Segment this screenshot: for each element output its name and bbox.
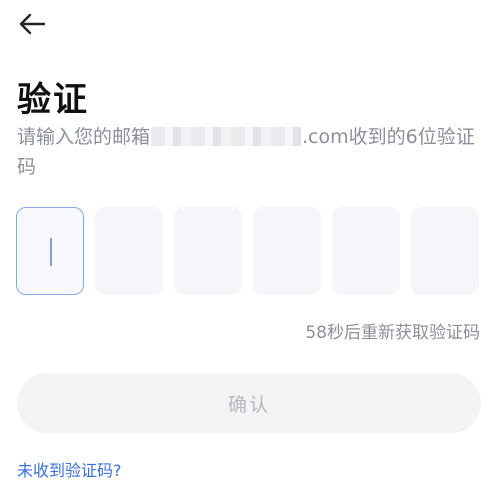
subtitle: 请输入您的邮箱 .com收到的6位验证码	[17, 122, 487, 182]
code-box-1[interactable]	[16, 207, 84, 295]
no-code-help-link[interactable]: 未收到验证码?	[17, 457, 122, 481]
code-box-3[interactable]	[174, 207, 242, 295]
code-box-6[interactable]	[411, 207, 479, 295]
code-box-5[interactable]	[332, 207, 400, 295]
code-box-2[interactable]	[95, 207, 163, 295]
subtitle-prefix: 请输入您的邮箱	[17, 126, 151, 148]
text-cursor	[50, 238, 52, 266]
email-suffix: .com	[302, 126, 349, 148]
code-input-group	[16, 207, 479, 295]
countdown-seconds: 58	[305, 323, 327, 343]
resend-countdown[interactable]: 58秒后重新获取验证码	[305, 318, 480, 343]
verify-page: 验证 请输入您的邮箱 .com收到的6位验证码 58秒后重新获取验证码 确认 未收…	[0, 0, 500, 486]
code-box-4[interactable]	[253, 207, 321, 295]
confirm-button[interactable]: 确认	[17, 373, 481, 433]
arrow-left-icon	[19, 13, 46, 35]
back-button[interactable]	[14, 8, 50, 40]
resend-label: 秒后重新获取验证码	[327, 323, 480, 343]
page-title: 验证	[17, 80, 89, 120]
masked-email	[151, 127, 302, 146]
